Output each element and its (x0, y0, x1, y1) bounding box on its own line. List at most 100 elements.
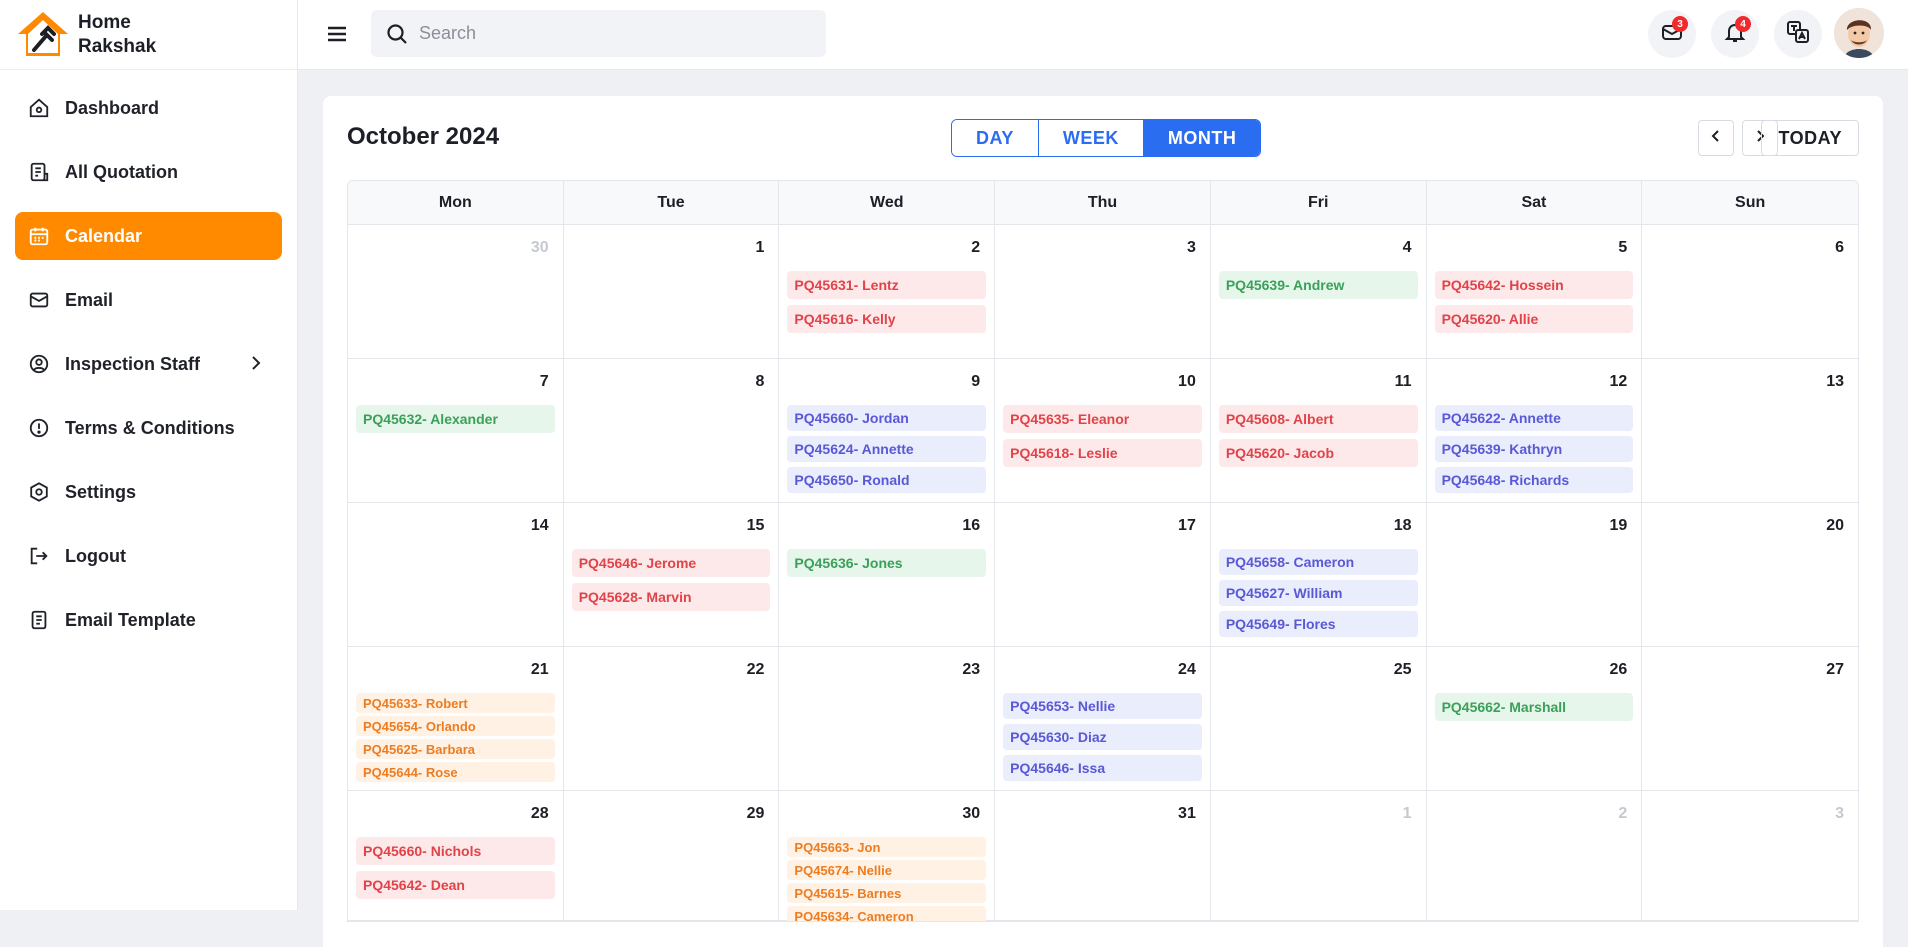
calendar-event[interactable]: PQ45624- Annette (787, 436, 987, 462)
calendar-day-cell[interactable]: 4 PQ45639- Andrew (1211, 225, 1427, 358)
calendar-day-cell[interactable]: 6 (1642, 225, 1858, 358)
calendar-day-cell[interactable]: 14 (348, 503, 564, 646)
calendar-day-cell[interactable]: 15 PQ45646- Jerome PQ45628- Marvin (564, 503, 780, 646)
calendar-day-cell[interactable]: 25 (1211, 647, 1427, 790)
sidebar-item-terms-conditions[interactable]: Terms & Conditions (15, 404, 282, 452)
calendar-event[interactable]: PQ45646- Jerome (571, 549, 771, 577)
view-month-button[interactable]: MONTH (1143, 120, 1261, 156)
calendar-event[interactable]: PQ45636- Jones (787, 549, 987, 577)
search-icon (385, 22, 409, 46)
calendar-event[interactable]: PQ45654- Orlando (356, 716, 555, 736)
calendar-day-cell[interactable]: 22 (564, 647, 780, 790)
sidebar-item-calendar[interactable]: Calendar (15, 212, 282, 260)
day-number: 13 (1826, 373, 1844, 390)
today-button[interactable]: TODAY (1761, 120, 1859, 156)
calendar-event[interactable]: PQ45648- Richards (1434, 467, 1634, 493)
brand-logo[interactable]: Home Rakshak (0, 0, 297, 70)
calendar-event[interactable]: PQ45662- Marshall (1434, 693, 1634, 721)
sidebar-item-settings[interactable]: Settings (15, 468, 282, 516)
calendar-event[interactable]: PQ45646- Issa (1003, 755, 1202, 781)
calendar-event[interactable]: PQ45618- Leslie (1003, 439, 1202, 467)
calendar-event[interactable]: PQ45650- Ronald (787, 467, 987, 493)
sidebar-item-email[interactable]: Email (15, 276, 282, 324)
calendar-day-cell[interactable]: 1 (1211, 791, 1427, 921)
user-avatar[interactable] (1834, 8, 1884, 58)
chevron-right-icon[interactable] (246, 353, 266, 378)
calendar-day-cell[interactable]: 30 PQ45663- Jon PQ45674- Nellie PQ45615- Ba… (779, 791, 996, 921)
calendar-day-cell[interactable]: 29 (564, 791, 780, 921)
calendar-event[interactable]: PQ45644- Rose (356, 762, 555, 782)
sidebar-item-dashboard[interactable]: Dashboard (15, 84, 282, 132)
sidebar-item-email-template[interactable]: Email Template (15, 596, 282, 644)
calendar-event[interactable]: PQ45639- Andrew (1218, 271, 1418, 299)
calendar-day-cell[interactable]: 31 (995, 791, 1211, 921)
sidebar-item-inspection-staff[interactable]: Inspection Staff (15, 340, 282, 388)
calendar-day-cell[interactable]: 9 PQ45660- Jordan PQ45624- Annette PQ45650-… (779, 359, 996, 502)
calendar-event[interactable]: PQ45634- Cameron (787, 906, 987, 921)
calendar-day-cell[interactable]: 26 PQ45662- Marshall (1427, 647, 1643, 790)
calendar-day-cell[interactable]: 7 PQ45632- Alexander (348, 359, 564, 502)
calendar-day-cell[interactable]: 20 (1642, 503, 1858, 646)
calendar-event[interactable]: PQ45620- Jacob (1218, 439, 1418, 467)
calendar-event[interactable]: PQ45627- William (1218, 580, 1418, 606)
language-button[interactable] (1774, 10, 1822, 58)
calendar-day-cell[interactable]: 27 (1642, 647, 1858, 790)
calendar-day-cell[interactable]: 3 (1642, 791, 1858, 921)
day-number: 14 (530, 517, 549, 534)
calendar-event[interactable]: PQ45620- Allie (1434, 305, 1634, 333)
calendar-event[interactable]: PQ45660- Jordan (787, 405, 987, 431)
calendar-day-cell[interactable]: 11 PQ45608- Albert PQ45620- Jacob (1211, 359, 1427, 502)
calendar-event[interactable]: PQ45633- Robert (356, 693, 555, 713)
view-week-button[interactable]: WEEK (1038, 120, 1144, 156)
calendar-event[interactable]: PQ45674- Nellie (787, 860, 987, 880)
calendar-day-cell[interactable]: 2 (1427, 791, 1643, 921)
calendar-event[interactable]: PQ45642- Hossein (1434, 271, 1634, 299)
calendar-event[interactable]: PQ45632- Alexander (356, 405, 555, 433)
calendar-day-cell[interactable]: 8 (564, 359, 780, 502)
calendar-day-cell[interactable]: 13 (1642, 359, 1858, 502)
calendar-day-cell[interactable]: 12 PQ45622- Annette PQ45639- Kathryn PQ4564… (1427, 359, 1643, 502)
calendar-day-cell[interactable]: 19 (1427, 503, 1643, 646)
menu-icon[interactable] (326, 24, 348, 44)
calendar-event[interactable]: PQ45615- Barnes (787, 883, 987, 903)
calendar-day-cell[interactable]: 16 PQ45636- Jones (779, 503, 996, 646)
calendar-day-cell[interactable]: 17 (995, 503, 1211, 646)
sidebar-item-all-quotation[interactable]: All Quotation (15, 148, 282, 196)
sidebar-item-logout[interactable]: Logout (15, 532, 282, 580)
view-day-button[interactable]: DAY (952, 120, 1039, 156)
calendar-day-cell[interactable]: 3 (995, 225, 1211, 358)
calendar-event[interactable]: PQ45625- Barbara (356, 739, 555, 759)
calendar-event[interactable]: PQ45639- Kathryn (1434, 436, 1634, 462)
calendar-event[interactable]: PQ45663- Jon (787, 837, 987, 857)
search-bar[interactable] (371, 10, 826, 57)
calendar-day-cell[interactable]: 10 PQ45635- Eleanor PQ45618- Leslie (995, 359, 1211, 502)
calendar-event[interactable]: PQ45628- Marvin (571, 583, 771, 611)
calendar-day-cell[interactable]: 24 PQ45653- Nellie PQ45630- Diaz PQ45646- I… (995, 647, 1211, 790)
calendar-day-cell[interactable]: 5 PQ45642- Hossein PQ45620- Allie (1427, 225, 1643, 358)
calendar-event[interactable]: PQ45635- Eleanor (1003, 405, 1202, 433)
calendar-event[interactable]: PQ45653- Nellie (1003, 693, 1202, 719)
day-number: 28 (530, 805, 549, 822)
calendar-event[interactable]: PQ45616- Kelly (787, 305, 987, 333)
notifications-button[interactable]: 4 (1711, 10, 1759, 58)
previous-month-button[interactable] (1698, 120, 1734, 156)
calendar-event[interactable]: PQ45622- Annette (1434, 405, 1634, 431)
topbar: 3 4 (298, 0, 1908, 70)
calendar-event[interactable]: PQ45642- Dean (356, 871, 555, 899)
calendar-day-cell[interactable]: 18 PQ45658- Cameron PQ45627- William PQ4564… (1211, 503, 1427, 646)
calendar-event[interactable]: PQ45660- Nichols (356, 837, 555, 865)
calendar-event[interactable]: PQ45608- Albert (1218, 405, 1418, 433)
calendar-event[interactable]: PQ45631- Lentz (787, 271, 987, 299)
calendar-day-cell[interactable]: 2 PQ45631- Lentz PQ45616- Kelly (779, 225, 996, 358)
messages-button[interactable]: 3 (1648, 10, 1696, 58)
calendar-day-cell[interactable]: 21 PQ45633- Robert PQ45654- Orlando PQ45625… (348, 647, 564, 790)
search-input[interactable] (419, 23, 799, 44)
day-number: 25 (1393, 661, 1412, 678)
calendar-event[interactable]: PQ45658- Cameron (1218, 549, 1418, 575)
calendar-day-cell[interactable]: 23 (779, 647, 996, 790)
calendar-event[interactable]: PQ45630- Diaz (1003, 724, 1202, 750)
calendar-event[interactable]: PQ45649- Flores (1218, 611, 1418, 637)
calendar-day-cell[interactable]: 28 PQ45660- Nichols PQ45642- Dean (348, 791, 564, 921)
calendar-day-cell[interactable]: 30 (348, 225, 564, 358)
calendar-day-cell[interactable]: 1 (564, 225, 780, 358)
